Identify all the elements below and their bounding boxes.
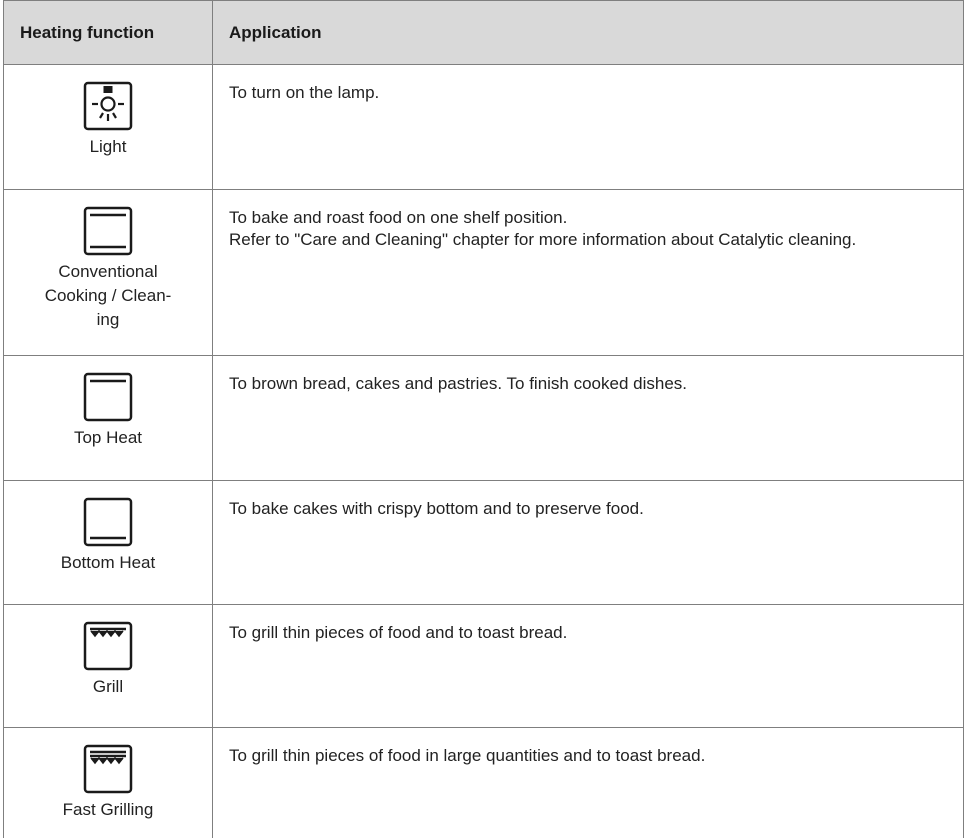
function-cell: Light — [3, 64, 213, 190]
function-label: Top Heat — [73, 428, 143, 447]
table-header-row: Heating function Application — [3, 0, 964, 65]
application-text: To bake cakes with crispy bottom and to … — [229, 499, 644, 518]
light-icon — [83, 81, 133, 131]
conventional-cooking-icon — [83, 206, 133, 256]
function-label: Grill — [92, 677, 124, 696]
application-cell: To grill thin pieces of food and to toas… — [212, 604, 964, 728]
table-row: Fast Grilling To grill thin pieces of fo… — [3, 727, 964, 838]
fast-grilling-icon — [83, 744, 133, 794]
application-cell: To bake cakes with crispy bottom and to … — [212, 480, 964, 605]
table-row: Top Heat To brown bread, cakes and pastr… — [3, 355, 964, 481]
function-label: Fast Grilling — [62, 800, 154, 819]
bottom-heat-icon — [83, 497, 133, 547]
application-text: To grill thin pieces of food and to toas… — [229, 623, 568, 642]
function-label: Conventional Cooking / Clean-ing — [44, 262, 172, 329]
table-row: Bottom Heat To bake cakes with crispy bo… — [3, 480, 964, 605]
application-text: To bake and roast food on one shelf posi… — [229, 208, 568, 227]
top-heat-icon — [83, 372, 133, 422]
table-row: Light To turn on the lamp. — [3, 64, 964, 190]
application-text: To turn on the lamp. — [229, 83, 380, 102]
function-cell: Top Heat — [3, 355, 213, 481]
application-cell: To grill thin pieces of food in large qu… — [212, 727, 964, 838]
function-label: Light — [89, 137, 127, 156]
function-cell: Bottom Heat — [3, 480, 213, 605]
function-cell: Grill — [3, 604, 213, 728]
table-row: Grill To grill thin pieces of food and t… — [3, 604, 964, 728]
function-cell: Fast Grilling — [3, 727, 213, 838]
header-heating-function: Heating function — [3, 0, 213, 65]
application-text: To brown bread, cakes and pastries. To f… — [229, 374, 688, 393]
function-label: Bottom Heat — [60, 553, 156, 572]
grill-icon — [83, 621, 133, 671]
application-cell: To bake and roast food on one shelf posi… — [212, 189, 964, 356]
application-text: Refer to "Care and Cleaning" chapter for… — [229, 230, 857, 249]
application-text: To grill thin pieces of food in large qu… — [229, 746, 706, 765]
application-cell: To turn on the lamp. — [212, 64, 964, 190]
header-application: Application — [212, 0, 964, 65]
heating-functions-table: Heating function Application Light To tu… — [3, 0, 964, 838]
application-cell: To brown bread, cakes and pastries. To f… — [212, 355, 964, 481]
table-row: Conventional Cooking / Clean-ing To bake… — [3, 189, 964, 356]
function-cell: Conventional Cooking / Clean-ing — [3, 189, 213, 356]
